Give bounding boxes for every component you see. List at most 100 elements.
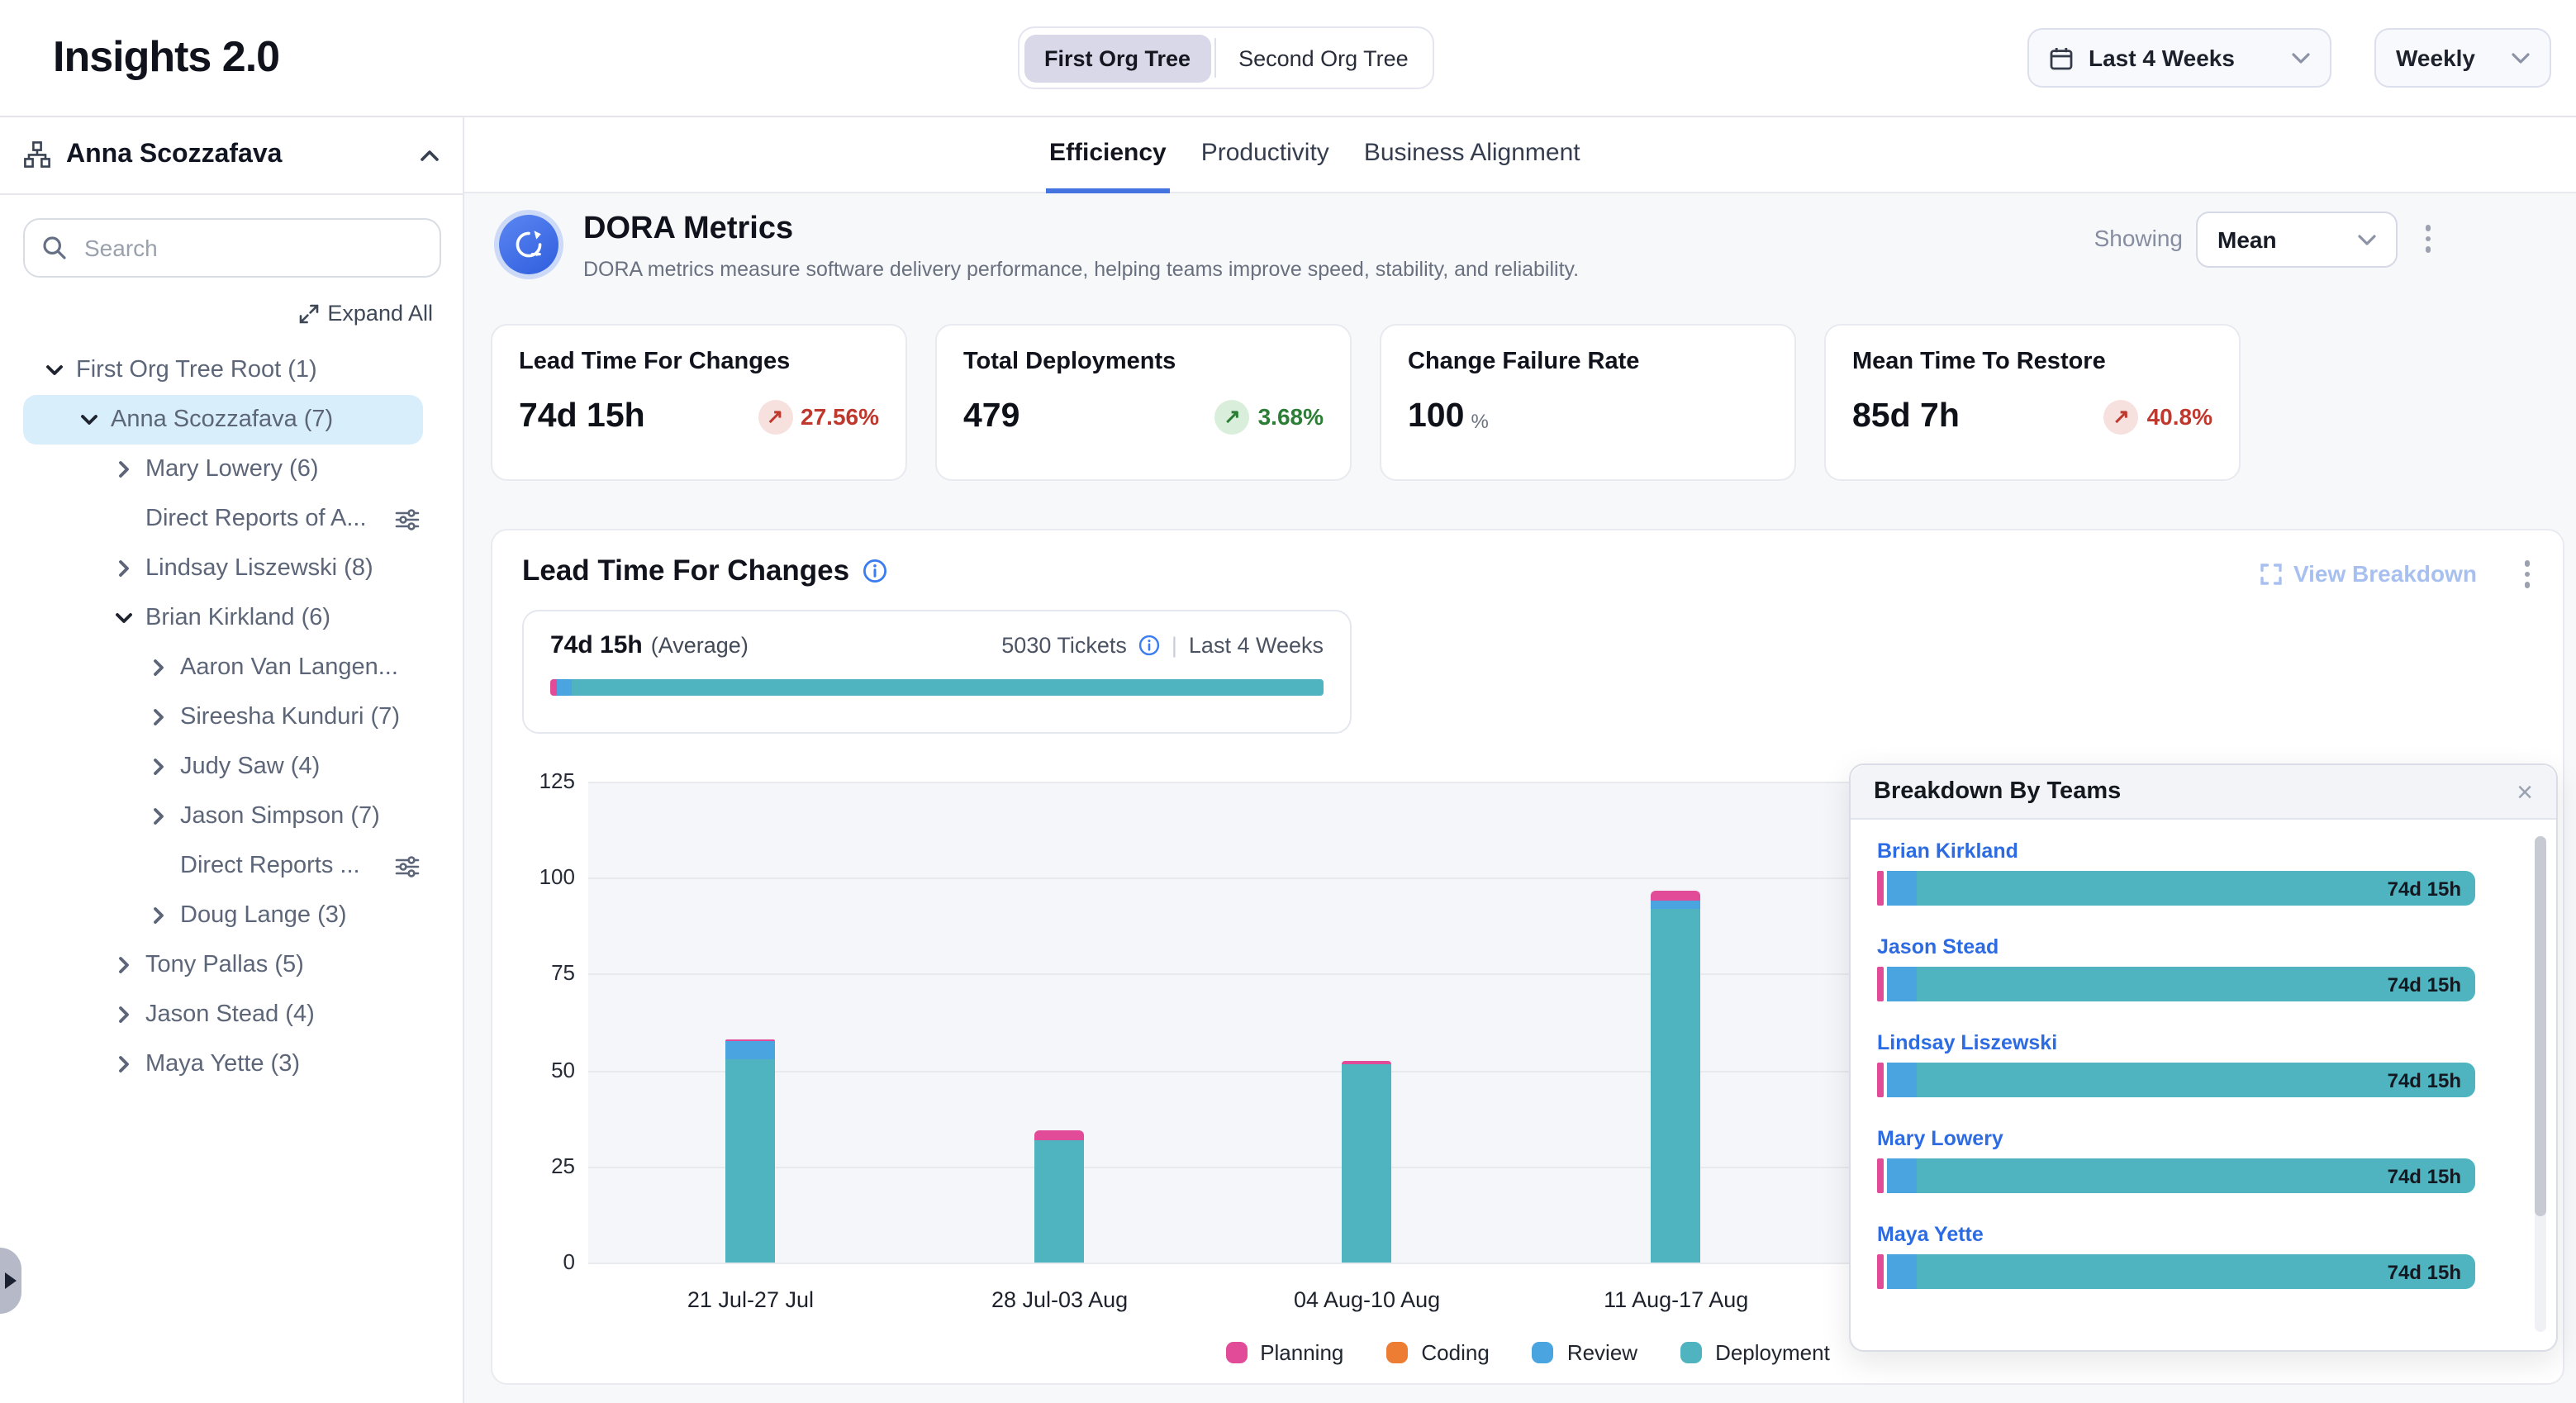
chevron-down-icon[interactable]	[46, 362, 76, 378]
tree-item-aaron-van-langen[interactable]: Aaron Van Langen...	[23, 643, 423, 692]
info-icon[interactable]	[863, 559, 887, 583]
app-title: Insights 2.0	[53, 31, 279, 83]
deployment-segment: 74d 15h	[1917, 1158, 2474, 1193]
legend-label: Planning	[1260, 1340, 1343, 1365]
planning-segment	[1035, 1130, 1085, 1139]
breakdown-row-mary-lowery: Mary Lowery 74d 15h	[1877, 1127, 2480, 1193]
chevron-right-icon[interactable]	[116, 560, 145, 577]
chevron-right-icon[interactable]	[150, 709, 180, 725]
dora-metrics-icon	[494, 210, 563, 279]
tree-item-sireesha-kunduri-7[interactable]: Sireesha Kunduri (7)	[23, 692, 423, 742]
chevron-right-icon[interactable]	[116, 1056, 145, 1072]
aggregation-dropdown[interactable]: Mean	[2196, 212, 2398, 268]
chevron-down-icon[interactable]	[116, 610, 145, 626]
tab-efficiency[interactable]: Efficiency	[1046, 116, 1170, 193]
chevron-right-icon[interactable]	[116, 957, 145, 973]
tree-item-tony-pallas-5[interactable]: Tony Pallas (5)	[23, 940, 423, 990]
legend-swatch	[1680, 1342, 1702, 1363]
metric-card-trend: ↗3.68%	[1215, 399, 1324, 434]
stacked-bar-28-jul-03-aug[interactable]	[1035, 1130, 1085, 1263]
stacked-bar-04-aug-10-aug[interactable]	[1343, 1061, 1392, 1263]
toggle-second-org-tree[interactable]: Second Org Tree	[1219, 34, 1428, 82]
chevron-right-icon[interactable]	[150, 808, 180, 825]
team-name-link[interactable]: Lindsay Liszewski	[1877, 1031, 2480, 1054]
expand-all-button[interactable]: Expand All	[299, 301, 433, 326]
metric-card-value-row: 85d 7h↗40.8%	[1852, 397, 2212, 436]
team-name-link[interactable]: Maya Yette	[1877, 1223, 2480, 1246]
legend-swatch	[1386, 1342, 1408, 1363]
tree-item-direct-reports[interactable]: Direct Reports ...	[23, 841, 423, 891]
x-tick-label: 11 Aug-17 Aug	[1604, 1287, 1748, 1312]
toggle-first-org-tree[interactable]: First Org Tree	[1024, 34, 1210, 82]
deployment-segment	[571, 679, 1324, 696]
tree-item-mary-lowery-6[interactable]: Mary Lowery (6)	[23, 445, 423, 494]
scrollbar-thumb[interactable]	[2535, 836, 2546, 1216]
lead-time-title: Lead Time For Changes	[522, 554, 849, 588]
y-tick-label: 100	[539, 864, 575, 889]
tree-item-jason-simpson-7[interactable]: Jason Simpson (7)	[23, 792, 423, 841]
metric-card-value: 100	[1408, 397, 1464, 436]
tree-item-first-org-tree-root-1[interactable]: First Org Tree Root (1)	[23, 345, 423, 395]
chevron-right-icon[interactable]	[150, 759, 180, 775]
sidebar-search[interactable]	[23, 218, 441, 278]
breakdown-body: Brian Kirkland 74d 15h Jason Stead 74d 15h L…	[1851, 820, 2556, 1353]
expand-corners-icon	[2260, 563, 2282, 584]
granularity-dropdown[interactable]: Weekly	[2374, 28, 2551, 88]
chevron-down-icon[interactable]	[81, 411, 111, 428]
search-input[interactable]	[81, 233, 423, 263]
metric-cards: Lead Time For Changes74d 15h↗27.56%Total…	[491, 324, 2241, 481]
tree-item-judy-saw-4[interactable]: Judy Saw (4)	[23, 742, 423, 792]
trend-up-arrow-icon: ↗	[2104, 399, 2139, 434]
close-icon[interactable]: ×	[2517, 778, 2533, 806]
view-breakdown-button[interactable]: View Breakdown	[2260, 560, 2477, 587]
tab-business-alignment[interactable]: Business Alignment	[1361, 116, 1584, 193]
legend-label: Deployment	[1715, 1340, 1830, 1365]
team-phase-bar: 74d 15h	[1877, 967, 2480, 1001]
tree-item-doug-lange-3[interactable]: Doug Lange (3)	[23, 891, 423, 940]
tree-item-direct-reports-of-a[interactable]: Direct Reports of A...	[23, 494, 423, 544]
y-tick-label: 0	[563, 1249, 575, 1274]
planning-segment	[1877, 1158, 1884, 1193]
chevron-right-icon[interactable]	[150, 907, 180, 924]
legend-swatch	[1225, 1342, 1247, 1363]
stacked-bar-11-aug-17-aug[interactable]	[1652, 892, 1701, 1263]
granularity-value: Weekly	[2396, 45, 2475, 71]
planning-segment	[1877, 1063, 1884, 1097]
filter-sliders-icon[interactable]	[395, 854, 420, 878]
filter-sliders-icon[interactable]	[395, 507, 420, 531]
expand-all-icon	[299, 303, 319, 323]
date-range-dropdown[interactable]: Last 4 Weeks	[2027, 28, 2331, 88]
tab-productivity[interactable]: Productivity	[1198, 116, 1333, 193]
metric-card-title: Change Failure Rate	[1408, 349, 1768, 375]
team-name-link[interactable]: Brian Kirkland	[1877, 839, 2480, 863]
tree-item-label: Jason Simpson (7)	[180, 803, 380, 830]
tree-item-brian-kirkland-6[interactable]: Brian Kirkland (6)	[23, 593, 423, 643]
stacked-bar-21-jul-27-jul[interactable]	[725, 1039, 775, 1263]
tree-item-lindsay-liszewski-8[interactable]: Lindsay Liszewski (8)	[23, 544, 423, 593]
tree-item-anna-scozzafava-7[interactable]: Anna Scozzafava (7)	[23, 395, 423, 445]
team-phase-bar: 74d 15h	[1877, 871, 2480, 906]
team-name-link[interactable]: Jason Stead	[1877, 935, 2480, 958]
tree-item-maya-yette-3[interactable]: Maya Yette (3)	[23, 1039, 423, 1089]
tree-item-jason-stead-4[interactable]: Jason Stead (4)	[23, 990, 423, 1039]
chevron-right-icon[interactable]	[116, 1006, 145, 1023]
average-phase-bar	[550, 679, 1324, 696]
collapse-sidebar-chevron-up-icon[interactable]	[420, 148, 440, 161]
trend-percentage: 40.8%	[2147, 403, 2212, 430]
team-name-link[interactable]: Mary Lowery	[1877, 1127, 2480, 1150]
tree-item-label: Lindsay Liszewski (8)	[145, 555, 373, 582]
chevron-right-icon[interactable]	[150, 659, 180, 676]
metric-card-lead-time-for-changes: Lead Time For Changes74d 15h↗27.56%	[491, 324, 907, 481]
breakdown-title: Breakdown By Teams	[1874, 778, 2121, 805]
tree-item-label: Maya Yette (3)	[145, 1051, 300, 1077]
average-label: (Average)	[651, 633, 749, 658]
breakdown-row-brian-kirkland: Brian Kirkland 74d 15h	[1877, 839, 2480, 906]
planning-segment	[1877, 967, 1884, 1001]
lead-time-more-menu[interactable]	[2524, 560, 2530, 587]
chevron-right-icon[interactable]	[116, 461, 145, 478]
tree-item-label: Brian Kirkland (6)	[145, 605, 330, 631]
legend-label: Review	[1567, 1340, 1637, 1365]
info-icon[interactable]	[1138, 635, 1160, 656]
divider: |	[1172, 633, 1177, 658]
dora-more-menu[interactable]	[2425, 225, 2431, 252]
